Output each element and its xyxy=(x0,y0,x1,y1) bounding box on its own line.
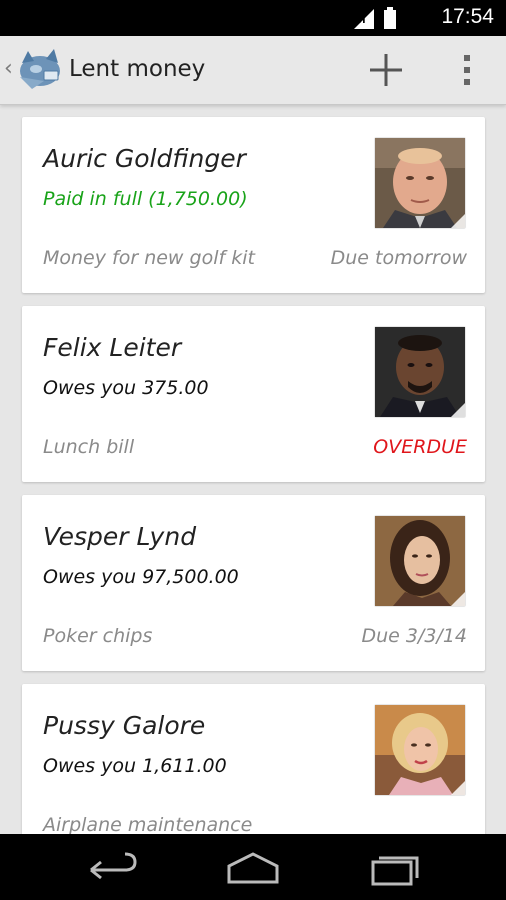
avatar xyxy=(375,138,465,228)
loan-note: Lunch bill xyxy=(43,436,135,458)
status-time: 17:54 xyxy=(441,5,494,28)
loan-card[interactable]: Felix Leiter Owes you 375.00 Lunch bill … xyxy=(22,306,485,482)
app-logo-icon[interactable] xyxy=(14,47,64,93)
action-bar: ‹ Lent money xyxy=(0,36,506,105)
svg-text:H: H xyxy=(358,16,366,26)
loan-card[interactable]: Vesper Lynd Owes you 97,500.00 Poker chi… xyxy=(22,495,485,671)
page-title: Lent money xyxy=(69,56,206,82)
borrower-name: Vesper Lynd xyxy=(43,522,197,551)
due-date: OVERDUE xyxy=(373,436,467,458)
due-date: Due 3/3/14 xyxy=(361,625,467,647)
loan-status: Owes you 375.00 xyxy=(43,377,209,399)
overflow-menu-icon xyxy=(464,55,470,85)
loan-note: Money for new golf kit xyxy=(43,247,255,269)
due-date: Due tomorrow xyxy=(330,247,467,269)
back-button[interactable] xyxy=(83,848,143,888)
recent-apps-icon xyxy=(371,856,419,886)
loan-note: Airplane maintenance xyxy=(43,814,253,834)
avatar xyxy=(375,516,465,606)
avatar xyxy=(375,327,465,417)
loan-card[interactable]: Pussy Galore Owes you 1,611.00 Airplane … xyxy=(22,684,485,834)
up-caret-icon[interactable]: ‹ xyxy=(4,56,13,81)
home-button[interactable] xyxy=(223,848,283,888)
borrower-name: Felix Leiter xyxy=(43,333,182,362)
battery-icon xyxy=(384,7,396,29)
borrower-name: Pussy Galore xyxy=(43,711,206,740)
loan-status: Owes you 1,611.00 xyxy=(43,755,227,777)
loan-status: Paid in full (1,750.00) xyxy=(43,188,248,210)
back-icon xyxy=(90,852,137,880)
loan-note: Poker chips xyxy=(43,625,153,647)
borrower-name: Auric Goldfinger xyxy=(43,144,246,173)
signal-icon: H xyxy=(354,9,374,29)
status-icons: H xyxy=(354,7,396,29)
recent-apps-button[interactable] xyxy=(365,848,425,888)
loan-status: Owes you 97,500.00 xyxy=(43,566,239,588)
status-bar: H 17:54 xyxy=(0,0,506,36)
overflow-menu-button[interactable] xyxy=(452,50,482,90)
loan-card[interactable]: Auric Goldfinger Paid in full (1,750.00)… xyxy=(22,117,485,293)
loan-list[interactable]: Auric Goldfinger Paid in full (1,750.00)… xyxy=(0,104,506,834)
navigation-bar xyxy=(0,834,506,900)
add-button[interactable] xyxy=(366,50,406,90)
add-icon xyxy=(370,54,402,86)
avatar xyxy=(375,705,465,795)
home-icon xyxy=(227,852,279,884)
